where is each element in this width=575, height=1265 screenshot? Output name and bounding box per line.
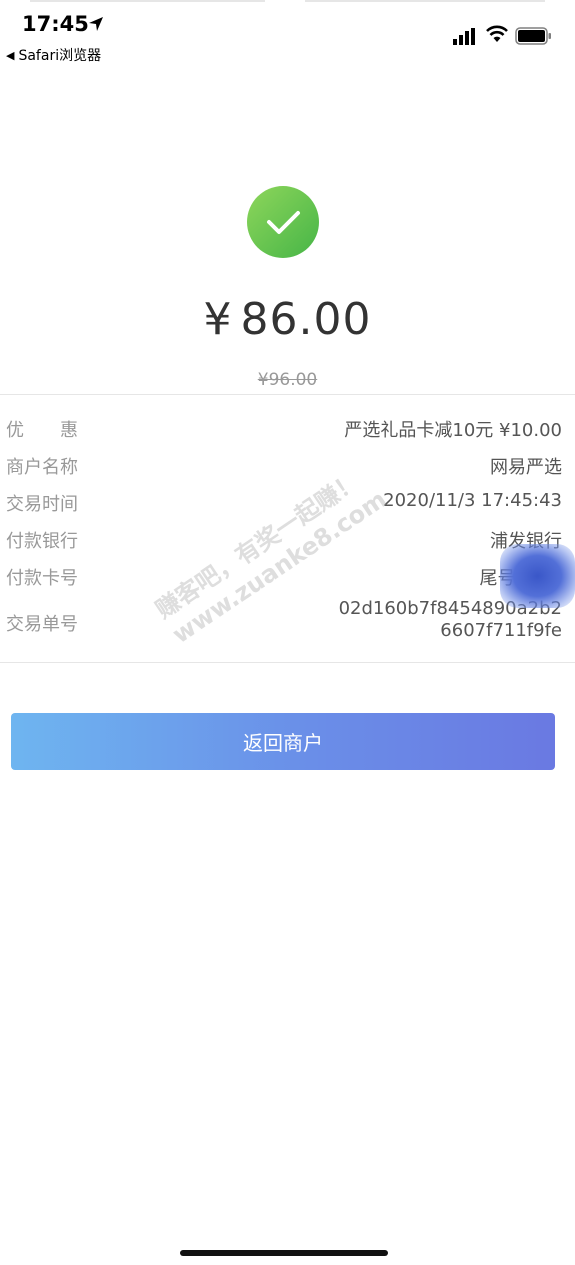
detail-value: 严选礼品卡减10元 ¥10.00 — [344, 420, 562, 441]
detail-label: 商户名称 — [6, 457, 78, 478]
amount-value: 86.00 — [240, 294, 372, 345]
detail-label: 付款银行 — [6, 531, 78, 552]
location-arrow-icon — [89, 17, 103, 31]
tab-indicator-left — [30, 0, 265, 2]
original-amount: ¥96.00 — [257, 370, 318, 390]
detail-label: 付款卡号 — [6, 568, 78, 589]
return-merchant-button[interactable]: 返回商户 — [11, 713, 555, 770]
signal-icon — [453, 28, 475, 45]
order-id-line2: 6607f711f9fe — [440, 620, 562, 641]
detail-label: 交易单号 — [6, 614, 78, 635]
wifi-icon — [486, 25, 508, 42]
home-indicator[interactable] — [180, 1250, 388, 1256]
success-check-icon — [247, 186, 319, 258]
tab-indicator-right — [305, 0, 545, 2]
status-bar: 17:45 ◀ Safari浏览器 — [0, 0, 575, 70]
redaction-blur — [500, 544, 575, 608]
detail-value: 网易严选 — [490, 457, 562, 478]
divider-top — [0, 394, 575, 395]
currency-symbol: ¥ — [203, 294, 233, 345]
battery-icon — [515, 27, 551, 45]
detail-value: 2020/11/3 17:45:43 — [383, 490, 562, 511]
divider-bottom — [0, 662, 575, 663]
detail-label: 交易时间 — [6, 494, 78, 515]
back-triangle-icon: ◀ — [6, 48, 15, 62]
paid-amount: ¥86.00 — [0, 294, 575, 345]
status-time: 17:45 — [22, 12, 89, 36]
payment-result-page: 17:45 ◀ Safari浏览器 ¥86.00 ¥96.00 优惠 严选礼品卡… — [0, 0, 575, 1265]
back-app-label: Safari浏览器 — [18, 48, 102, 64]
detail-label: 优惠 — [6, 420, 114, 441]
back-to-app-link[interactable]: ◀ Safari浏览器 — [6, 45, 101, 65]
